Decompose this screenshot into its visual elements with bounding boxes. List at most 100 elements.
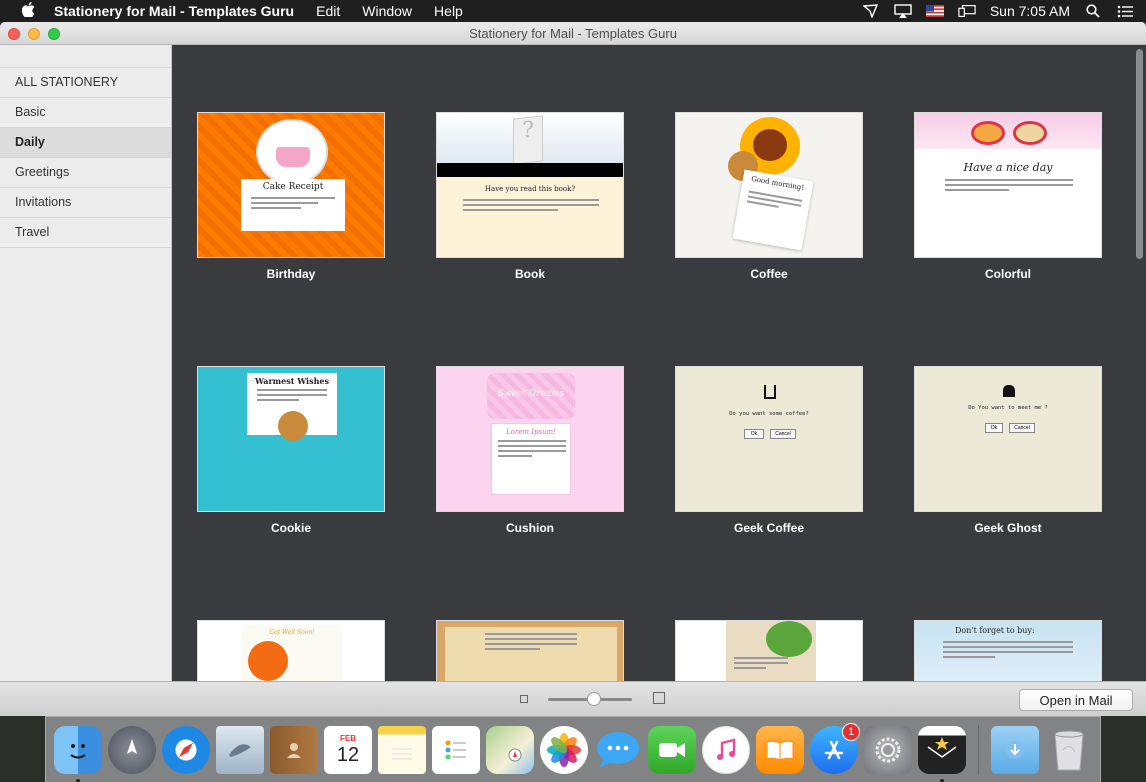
trash-icon[interactable] (1045, 726, 1093, 774)
calendar-month: FEB (340, 733, 356, 743)
template-card-shopping-list[interactable]: Don't forget to buy: (914, 620, 1102, 681)
open-in-mail-button[interactable]: Open in Mail (1019, 689, 1133, 711)
zoom-in-icon[interactable] (653, 692, 665, 704)
template-card-coffee[interactable]: Good morning! Coffee (675, 112, 863, 281)
cake-photo-frame (256, 119, 328, 185)
template-thumbnail[interactable]: ? Have you read this book? (436, 112, 624, 258)
template-card-parchment[interactable] (436, 620, 624, 681)
template-heading: Cake Receipt (262, 182, 324, 192)
template-card-geek-ghost[interactable]: Do You want to meet me ? Ok Cancel Geek … (914, 366, 1102, 535)
template-card-shopping[interactable] (675, 620, 863, 681)
notes-icon[interactable] (378, 725, 426, 774)
template-heading: Don't forget to buy: (955, 626, 1035, 635)
tulip-image (248, 641, 288, 681)
sidebar-item-invitations[interactable]: Invitations (0, 188, 171, 218)
gallery-scrollbar[interactable] (1136, 49, 1143, 259)
template-name: Book (515, 267, 545, 281)
template-subheading: Lorem Ipsum! (505, 428, 556, 436)
safari-icon[interactable] (162, 725, 210, 774)
template-card-colorful[interactable]: Have a nice day Colorful (914, 112, 1102, 281)
window-menu[interactable]: Window (362, 3, 412, 19)
sidebar-item-basic[interactable]: Basic (0, 98, 171, 128)
template-heading: Do You want to meet me ? (968, 405, 1048, 411)
template-thumbnail[interactable]: Don't forget to buy: (914, 620, 1102, 681)
template-thumbnail[interactable]: Do You want to meet me ? Ok Cancel (914, 366, 1102, 512)
template-card-cushion[interactable]: Sweet Dreams Lorem Ipsum! Cushion (436, 366, 624, 535)
ok-button-preview: Ok (744, 429, 764, 439)
app-window: Stationery for Mail - Templates Guru ALL… (0, 22, 1146, 716)
photos-icon[interactable] (540, 725, 588, 774)
apple-menu-icon[interactable] (18, 1, 38, 21)
airplay-icon[interactable] (894, 4, 912, 18)
cancel-button-preview: Cancel (1009, 423, 1035, 433)
cookie-image (278, 411, 308, 441)
template-card-cookie[interactable]: Warmest Wishes Cookie (197, 366, 385, 535)
template-thumbnail[interactable] (436, 620, 624, 681)
notification-center-icon[interactable] (1116, 4, 1134, 18)
cushion-image: Sweet Dreams (487, 373, 575, 419)
display-mirror-icon[interactable] (958, 4, 976, 18)
parchment-paper (445, 627, 617, 681)
template-thumbnail[interactable]: Do you want some coffee? Ok Cancel (675, 366, 863, 512)
edit-menu[interactable]: Edit (316, 3, 340, 19)
sidebar-item-daily[interactable]: Daily (0, 128, 171, 158)
sidebar-top-spacer (0, 45, 171, 68)
us-flag-icon[interactable] (925, 4, 944, 18)
launchpad-icon[interactable] (108, 725, 156, 774)
zoom-slider-knob[interactable] (587, 692, 602, 706)
stationery-app-icon[interactable] (918, 725, 966, 782)
letter-note: Cake Receipt (241, 179, 345, 231)
template-thumbnail[interactable]: Warmest Wishes (197, 366, 385, 512)
itunes-icon[interactable] (702, 725, 750, 774)
calendar-icon[interactable]: FEB 12 (324, 725, 372, 774)
glasses-left-lens (971, 121, 1005, 145)
template-thumbnail[interactable]: Cake Receipt (197, 112, 385, 258)
system-preferences-icon[interactable] (864, 725, 912, 774)
menu-clock[interactable]: Sun 7:05 AM (990, 3, 1070, 19)
template-thumbnail[interactable]: Sweet Dreams Lorem Ipsum! (436, 366, 624, 512)
status-area: Sun 7:05 AM (862, 0, 1134, 22)
app-store-icon[interactable]: 1 (810, 722, 860, 774)
title-bar[interactable]: Stationery for Mail - Templates Guru (0, 22, 1146, 45)
template-thumbnail[interactable] (675, 620, 863, 681)
ibooks-icon[interactable] (756, 725, 804, 774)
template-heading: Get Well Soon! (269, 629, 315, 636)
template-card-book[interactable]: ? Have you read this book? Book (436, 112, 624, 281)
finder-icon[interactable] (54, 725, 102, 782)
template-heading: Have a nice day (963, 161, 1053, 174)
letter-note: Lorem Ipsum! (491, 423, 571, 495)
template-thumbnail[interactable]: Get Well Soon! (197, 620, 385, 681)
template-name: Geek Ghost (974, 521, 1042, 535)
template-card-get-well[interactable]: Get Well Soon! (197, 620, 385, 681)
app-name-menu[interactable]: Stationery for Mail - Templates Guru (54, 3, 294, 19)
sidebar-item-greetings[interactable]: Greetings (0, 158, 171, 188)
sidebar-item-all-stationery[interactable]: ALL STATIONERY (0, 68, 171, 98)
template-gallery: Cake Receipt Birthday ? Have you read th… (172, 45, 1146, 681)
messages-icon[interactable] (594, 726, 642, 774)
downloads-folder-icon[interactable] (991, 725, 1039, 774)
pointer-tool-icon[interactable] (862, 4, 880, 18)
reminders-icon[interactable] (432, 725, 480, 774)
contacts-icon[interactable] (270, 725, 318, 774)
template-card-birthday[interactable]: Cake Receipt Birthday (197, 112, 385, 281)
dock: FEB 12 1 (45, 716, 1101, 782)
spotlight-search-icon[interactable] (1084, 4, 1102, 18)
sidebar-item-travel[interactable]: Travel (0, 218, 171, 248)
mail-icon[interactable] (216, 725, 264, 774)
template-card-geek-coffee[interactable]: Do you want some coffee? Ok Cancel Geek … (675, 366, 863, 535)
glasses-right-lens (1013, 121, 1047, 145)
maps-icon[interactable] (486, 725, 534, 774)
pixel-ghost-icon (1003, 385, 1015, 397)
facetime-icon[interactable] (648, 725, 696, 774)
template-thumbnail[interactable]: Good morning! (675, 112, 863, 258)
open-book-image: ? (513, 115, 543, 165)
cushion-heading: Sweet Dreams (497, 389, 565, 399)
black-band (437, 163, 623, 177)
zoom-out-icon[interactable] (520, 695, 528, 703)
cake-image (276, 147, 310, 167)
template-name: Cushion (506, 521, 554, 535)
template-thumbnail[interactable]: Have a nice day (914, 112, 1102, 258)
dock-separator (978, 724, 979, 775)
book-photo: ? (437, 113, 623, 165)
help-menu[interactable]: Help (434, 3, 463, 19)
